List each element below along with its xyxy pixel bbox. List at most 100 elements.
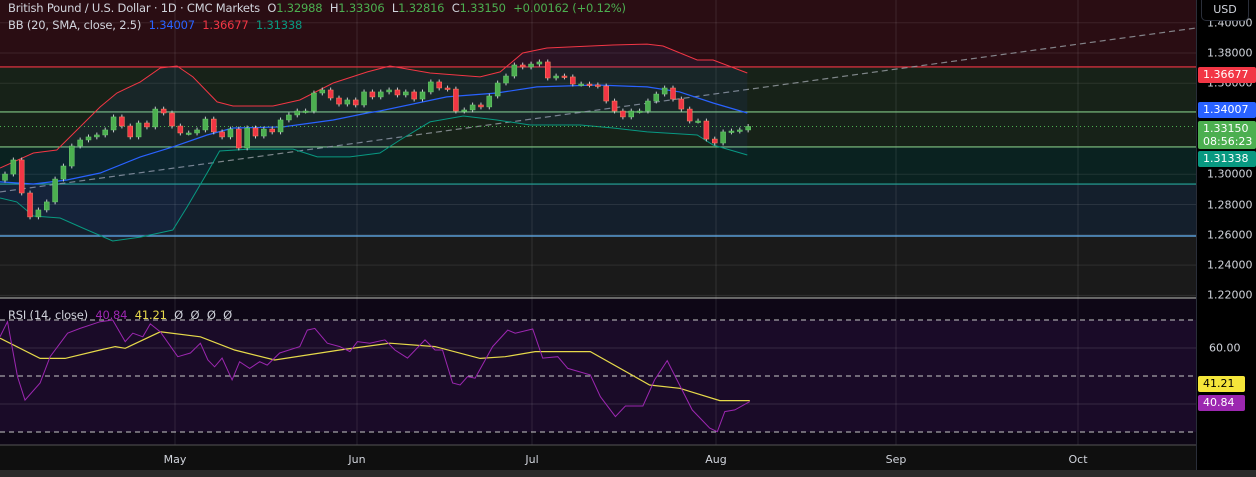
candle-up <box>302 110 309 113</box>
candle-up <box>261 128 267 137</box>
last-price: 1.33150 <box>1203 122 1249 135</box>
rsi-value: 40.84 <box>95 308 128 322</box>
candle-down <box>453 88 459 112</box>
bar-countdown: 08:56:23 <box>1203 135 1253 148</box>
candle-up <box>578 83 584 86</box>
candle-up <box>52 178 58 203</box>
candle-up <box>428 81 434 93</box>
candle-down <box>127 125 133 138</box>
price-axis-tick: 1.38000 <box>1207 46 1253 60</box>
candle-down <box>394 89 401 96</box>
candle-down <box>177 125 184 134</box>
bb-legend[interactable]: BB (20, SMA, close, 2.5) 1.34007 1.36677… <box>8 18 306 32</box>
candle-down <box>678 98 685 110</box>
candle-up <box>286 114 292 121</box>
symbol-legend: British Pound / U.S. Dollar · 1D · CMC M… <box>8 1 630 15</box>
price-axis-tick: 1.24000 <box>1207 258 1253 272</box>
bottom-scrollbar[interactable] <box>0 470 1256 477</box>
rsi-ma-tag: 41.21 <box>1198 376 1245 392</box>
candle-down <box>686 108 693 122</box>
candle-down <box>352 99 359 106</box>
candle-up <box>728 130 735 133</box>
candle-down <box>703 120 710 140</box>
time-axis-label: Jul <box>525 453 539 466</box>
rsi-axis-tick: 60.00 <box>1209 341 1241 355</box>
ohlc-open: O1.32988 <box>267 1 323 15</box>
empty-value: Ø <box>206 308 216 322</box>
candle-up <box>636 110 643 113</box>
candle-up <box>244 127 250 149</box>
ohlc-low: L1.32816 <box>391 1 445 15</box>
candle-up <box>628 110 634 118</box>
candle-up <box>419 91 426 100</box>
candle-up <box>102 129 108 136</box>
candle-up <box>311 92 317 112</box>
rsi-tag: 40.84 <box>1198 395 1245 411</box>
candle-up <box>202 118 209 131</box>
candle-up <box>10 159 17 175</box>
candle-up <box>77 139 83 147</box>
candle-down <box>519 64 526 68</box>
candle-up <box>277 119 284 133</box>
price-chart-canvas[interactable] <box>0 0 1196 470</box>
last-price-tag: 1.33150 08:56:23 <box>1198 121 1256 149</box>
candle-up <box>511 64 518 77</box>
ohlc-high: H1.33306 <box>329 1 385 15</box>
candle-up <box>378 91 384 98</box>
candle-down <box>570 76 576 85</box>
candle-down <box>444 87 451 90</box>
candle-up <box>386 89 392 93</box>
candle-up <box>661 87 668 95</box>
candle-down <box>603 85 609 102</box>
symbol-title[interactable]: British Pound / U.S. Dollar · 1D · CMC M… <box>8 1 260 15</box>
bb-lower-tag: 1.31338 <box>1198 151 1256 167</box>
candle-up <box>553 75 559 79</box>
price-axis-tick: 1.30000 <box>1207 167 1253 181</box>
ohlc-close: C1.33150 <box>451 1 506 15</box>
candle-up <box>94 134 100 138</box>
candle-down <box>545 61 551 79</box>
candle-up <box>294 110 300 116</box>
candle-up <box>494 82 501 97</box>
candle-up <box>469 104 476 111</box>
bb-upper-tag: 1.36677 <box>1198 67 1256 83</box>
time-axis-label: Aug <box>705 453 727 466</box>
candle-up <box>403 91 409 96</box>
candle-down <box>252 127 259 137</box>
candle-down <box>236 128 242 149</box>
rsi-label: RSI (14, close) <box>8 308 88 322</box>
currency-button[interactable]: USD <box>1201 0 1249 21</box>
candle-up <box>503 75 509 84</box>
price-axis-tick: 1.26000 <box>1207 228 1253 242</box>
candle-down <box>144 122 150 128</box>
candle-up <box>227 128 234 138</box>
candle-up <box>461 109 467 112</box>
candle-down <box>670 87 676 100</box>
candle-down <box>219 131 225 138</box>
candle-down <box>620 110 626 118</box>
candle-up <box>344 99 351 105</box>
candle-down <box>411 91 417 100</box>
candle-up <box>645 100 651 112</box>
candle-up <box>35 209 42 218</box>
candle-up <box>361 91 367 106</box>
candle-up <box>152 108 159 128</box>
ohlc-change: +0.00162 (+0.12%) <box>513 1 626 15</box>
candle-down <box>561 75 568 78</box>
candle-up <box>185 132 192 135</box>
candle-up <box>536 61 543 65</box>
price-axis[interactable]: 1.40000 1.38000 1.36000 1.30000 1.28000 1.260… <box>1196 0 1256 470</box>
candle-up <box>69 145 75 167</box>
candle-down <box>595 84 601 87</box>
empty-value: Ø <box>174 308 184 322</box>
zone-bottom <box>0 236 1196 298</box>
price-axis-tick: 1.22000 <box>1207 288 1253 302</box>
candle-down <box>119 116 125 127</box>
candle-down <box>712 138 718 144</box>
candle-up <box>737 129 743 132</box>
candle-down <box>336 97 342 105</box>
candle-down <box>436 81 442 89</box>
candle-up <box>2 173 8 181</box>
candle-up <box>194 129 200 134</box>
rsi-legend[interactable]: RSI (14, close) 40.84 41.21 Ø Ø Ø Ø <box>8 308 236 322</box>
